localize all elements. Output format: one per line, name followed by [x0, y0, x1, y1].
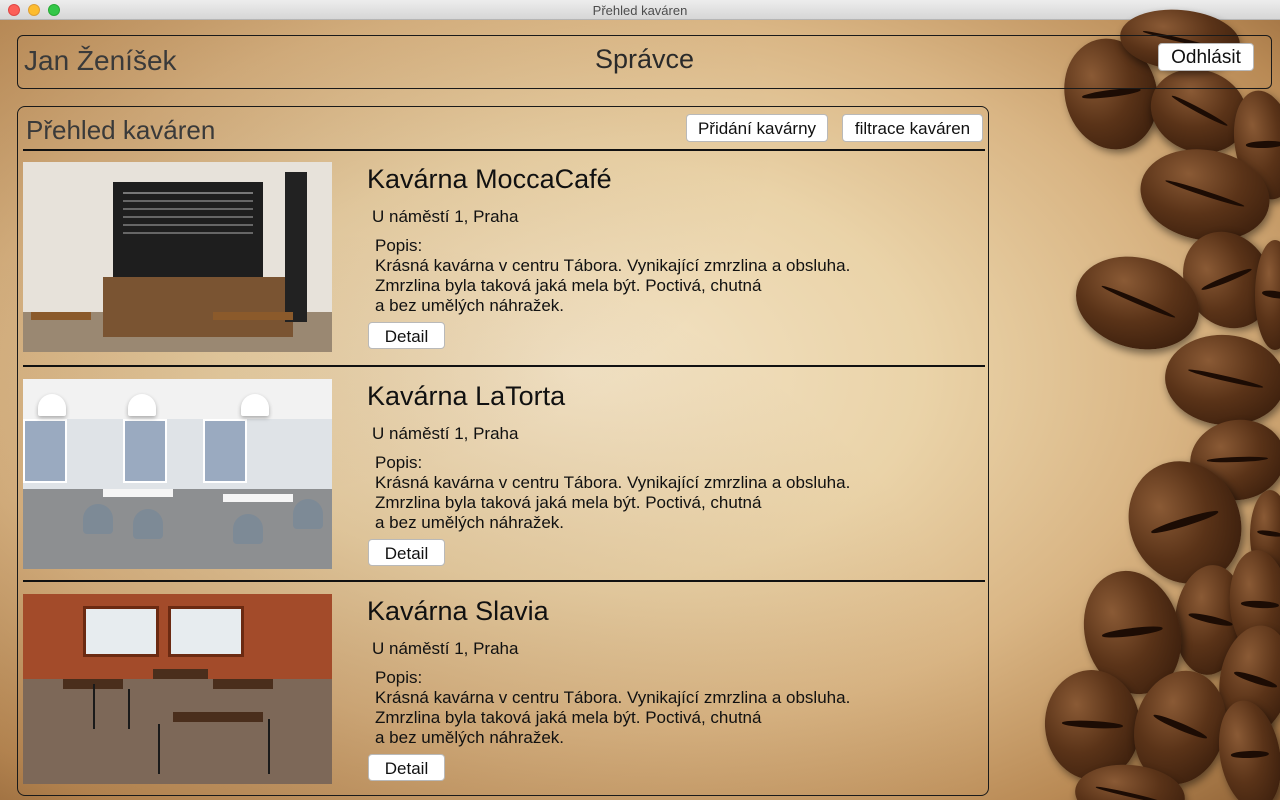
coffee-bean-image — [1065, 243, 1210, 363]
cafe-overview-panel: Přehled kaváren Přidání kavárny filtrace… — [17, 106, 989, 796]
coffee-bean-image — [1250, 490, 1280, 580]
role-title: Správce — [594, 44, 695, 74]
cafe-name: Kavárna MoccaCafé — [367, 164, 612, 194]
panel-title: Přehled kaváren — [26, 115, 216, 145]
coffee-bean-image — [1210, 695, 1280, 800]
window-title: Přehled kaváren — [592, 3, 688, 18]
coffee-bean-image — [1070, 559, 1195, 706]
coffee-bean-image — [1165, 215, 1280, 345]
title-bar: Přehled kaváren — [0, 0, 1280, 20]
coffee-bean-image — [1255, 240, 1280, 350]
coffee-bean-image — [1170, 562, 1250, 678]
cafe-list-item: Kavárna Slavia U náměstí 1, Praha Popis:… — [23, 584, 985, 784]
cafe-name: Kavárna Slavia — [367, 596, 549, 626]
divider — [23, 580, 985, 582]
coffee-bean-image — [1225, 547, 1280, 663]
cafe-list-item: Kavárna LaTorta U náměstí 1, Praha Popis… — [23, 369, 985, 569]
cafe-photo — [23, 162, 332, 352]
divider — [23, 365, 985, 367]
cafe-address: U náměstí 1, Praha — [372, 207, 519, 226]
coffee-bean-image — [1225, 85, 1280, 205]
detail-button[interactable]: Detail — [368, 322, 445, 349]
cafe-list-item: Kavárna MoccaCafé U náměstí 1, Praha Pop… — [23, 152, 985, 352]
header-bar: Jan Ženíšek Správce Odhlásit — [17, 35, 1272, 89]
divider — [23, 149, 985, 151]
detail-button[interactable]: Detail — [368, 754, 445, 781]
logout-button[interactable]: Odhlásit — [1158, 43, 1254, 71]
cafe-photo — [23, 594, 332, 784]
add-cafe-button[interactable]: Přidání kavárny — [686, 114, 828, 142]
cafe-address: U náměstí 1, Praha — [372, 424, 519, 443]
coffee-bean-image — [1210, 619, 1280, 741]
coffee-bean-image — [1108, 442, 1262, 603]
coffee-bean-image — [1161, 329, 1280, 431]
cafe-address: U náměstí 1, Praha — [372, 639, 519, 658]
cafe-description: Krásná kavárna v centru Tábora. Vynikají… — [375, 473, 851, 532]
description-label: Popis: — [375, 668, 423, 687]
coffee-bean-image — [1121, 660, 1239, 795]
cafe-photo — [23, 379, 332, 569]
cafe-description: Krásná kavárna v centru Tábora. Vynikají… — [375, 256, 851, 315]
description-label: Popis: — [375, 453, 423, 472]
detail-button[interactable]: Detail — [368, 539, 445, 566]
cafe-name: Kavárna LaTorta — [367, 381, 566, 411]
coffee-bean-image — [1133, 139, 1277, 251]
description-label: Popis: — [375, 236, 423, 255]
app-window: Přehled kaváren Jan Ženíšek Správce Odhl… — [0, 0, 1280, 800]
filter-cafes-button[interactable]: filtrace kaváren — [842, 114, 983, 142]
coffee-bean-image — [1040, 666, 1145, 784]
coffee-bean-image — [1183, 412, 1280, 508]
coffee-bean-image — [1072, 760, 1188, 800]
cafe-description: Krásná kavárna v centru Tábora. Vynikají… — [375, 688, 851, 747]
